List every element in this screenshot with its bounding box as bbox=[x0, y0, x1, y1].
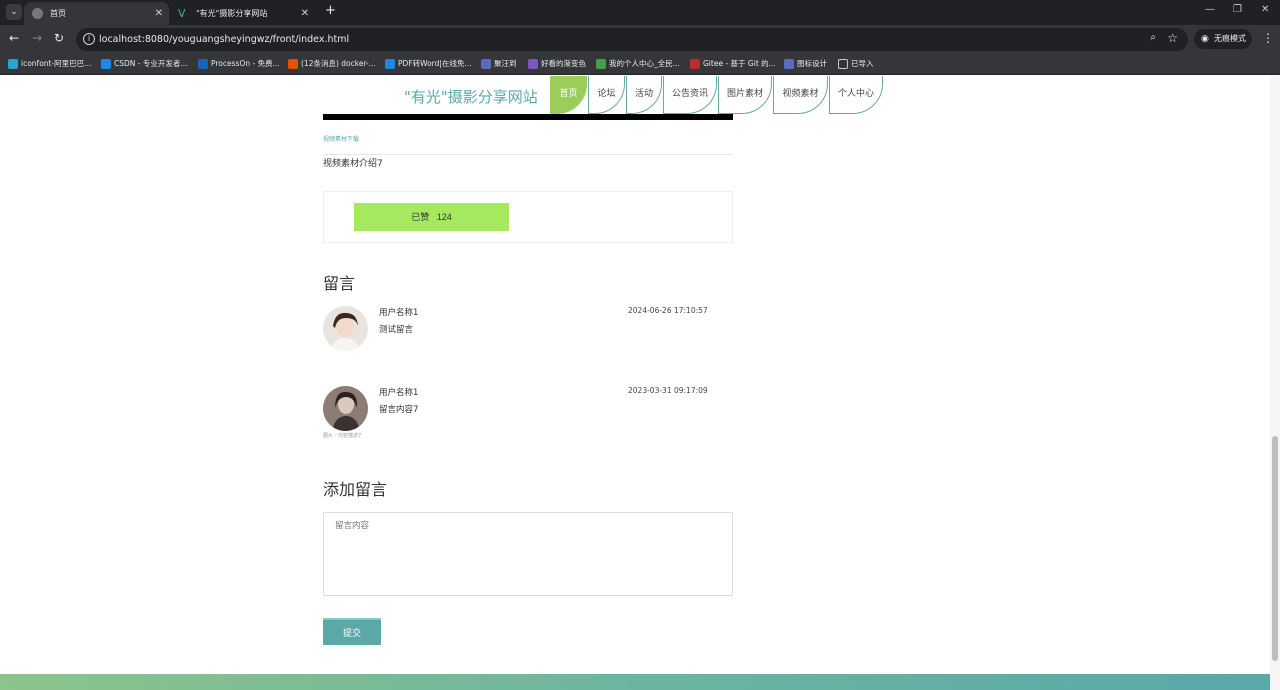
address-bar: ← → ↻ i localhost:8080/youguangsheyingwz… bbox=[0, 25, 1280, 54]
scrollbar-thumb[interactable] bbox=[1272, 436, 1278, 661]
bookmark-favicon-icon bbox=[528, 59, 538, 69]
material-intro: 视频素材介绍7 bbox=[323, 159, 383, 169]
forward-icon[interactable]: → bbox=[32, 31, 42, 45]
bookmark-item[interactable]: (12条消息) docker-... bbox=[288, 54, 376, 74]
add-comment-title: 添加留言 bbox=[323, 480, 388, 499]
incognito-indicator[interactable]: ◉ 无痕模式 bbox=[1194, 29, 1252, 49]
bookmark-label: iconfont-阿里巴巴... bbox=[21, 59, 92, 68]
scrollbar[interactable] bbox=[1270, 76, 1280, 690]
bookmark-label: 已导入 bbox=[851, 59, 874, 68]
download-link[interactable]: 视频素材下载 bbox=[323, 134, 359, 143]
incognito-label: 无痕模式 bbox=[1214, 34, 1246, 43]
bookmark-item[interactable]: ProcessOn - 免费... bbox=[198, 54, 280, 74]
comment-text: 测试留言 bbox=[379, 325, 414, 335]
url-text: localhost:8080/youguangsheyingwz/front/i… bbox=[99, 34, 350, 45]
like-panel: 已赞 124 bbox=[323, 191, 733, 243]
avatar bbox=[323, 306, 368, 351]
bookmark-favicon-icon bbox=[385, 59, 395, 69]
nav-activity[interactable]: 活动 bbox=[626, 76, 662, 114]
site-title[interactable]: "有光"摄影分享网站 bbox=[404, 86, 538, 107]
bookmark-item[interactable]: Gitee - 基于 Git 的... bbox=[690, 54, 776, 74]
bookmark-star-icon[interactable]: ☆ bbox=[1167, 31, 1178, 45]
comment-text: 留言内容7 bbox=[379, 405, 419, 415]
tab-title: 首页 bbox=[50, 9, 66, 18]
reload-icon[interactable]: ↻ bbox=[54, 31, 64, 45]
browser-tab-bar: ⌄ 首页 ✕ V "有光"摄影分享网站 ✕ + — ❐ ✕ bbox=[0, 0, 1280, 25]
tab-site[interactable]: V "有光"摄影分享网站 ✕ bbox=[170, 2, 315, 25]
comment-item: 图片 - 内容描述7 用户名称1 留言内容7 2023-03-31 09:17:… bbox=[323, 386, 733, 446]
tab-title: "有光"摄影分享网站 bbox=[196, 9, 268, 18]
site-info-icon[interactable]: i bbox=[83, 33, 95, 45]
comment-input[interactable] bbox=[323, 512, 733, 596]
folder-icon bbox=[838, 59, 848, 69]
tab-home[interactable]: 首页 ✕ bbox=[24, 2, 169, 25]
zoom-icon[interactable]: ⌕ bbox=[1150, 32, 1156, 43]
comment-time: 2023-03-31 09:17:09 bbox=[628, 386, 708, 395]
comment-user: 用户名称1 bbox=[379, 388, 419, 398]
bookmark-folder[interactable]: 已导入 bbox=[838, 54, 874, 74]
header-divider bbox=[323, 114, 733, 120]
bookmark-favicon-icon bbox=[198, 59, 208, 69]
bookmark-item[interactable]: 好看的渐变色 bbox=[528, 54, 586, 74]
bookmark-item[interactable]: iconfont-阿里巴巴... bbox=[8, 54, 91, 74]
bookmark-label: 聚汪到 bbox=[494, 59, 517, 68]
bookmark-label: 图标设计 bbox=[797, 59, 827, 68]
bookmark-favicon-icon bbox=[8, 59, 18, 69]
menu-icon[interactable]: ⋮ bbox=[1262, 31, 1274, 45]
comments-title: 留言 bbox=[323, 274, 356, 293]
like-button[interactable]: 已赞 124 bbox=[354, 203, 509, 231]
avatar-caption: 图片 - 内容描述7 bbox=[323, 433, 362, 439]
bookmark-favicon-icon bbox=[481, 59, 491, 69]
incognito-icon: ◉ bbox=[1201, 34, 1209, 44]
globe-icon bbox=[32, 8, 43, 19]
comment-user: 用户名称1 bbox=[379, 308, 419, 318]
bookmark-item[interactable]: PDF转Word|在线免... bbox=[385, 54, 472, 74]
close-window-icon[interactable]: ✕ bbox=[1261, 4, 1269, 15]
nav-video-materials[interactable]: 视频素材 bbox=[773, 76, 828, 114]
like-label: 已赞 bbox=[411, 212, 430, 222]
bookmark-label: ProcessOn - 免费... bbox=[211, 59, 280, 68]
comment-time: 2024-06-26 17:10:57 bbox=[628, 306, 708, 315]
vue-logo-icon: V bbox=[178, 7, 186, 20]
bookmark-label: 好看的渐变色 bbox=[541, 59, 586, 68]
nav-personal-center[interactable]: 个人中心 bbox=[829, 76, 883, 114]
nav-home[interactable]: 首页 bbox=[550, 76, 587, 114]
restore-icon[interactable]: ❐ bbox=[1233, 4, 1242, 15]
new-tab-icon[interactable]: + bbox=[325, 3, 336, 18]
bookmark-label: (12条消息) docker-... bbox=[301, 59, 376, 68]
bookmark-favicon-icon bbox=[288, 59, 298, 69]
bookmark-item[interactable]: 聚汪到 bbox=[481, 54, 517, 74]
bookmark-favicon-icon bbox=[784, 59, 794, 69]
bookmark-favicon-icon bbox=[690, 59, 700, 69]
url-field[interactable]: i localhost:8080/youguangsheyingwz/front… bbox=[76, 28, 1188, 51]
minimize-icon[interactable]: — bbox=[1205, 4, 1215, 15]
nav-forum[interactable]: 论坛 bbox=[588, 76, 625, 114]
bookmark-label: Gitee - 基于 Git 的... bbox=[703, 59, 776, 68]
bookmark-item[interactable]: 图标设计 bbox=[784, 54, 827, 74]
bookmark-label: 我的个人中心_全民... bbox=[609, 59, 680, 68]
bookmark-favicon-icon bbox=[101, 59, 111, 69]
comment-item: 用户名称1 测试留言 2024-06-26 17:10:57 bbox=[323, 306, 733, 366]
footer-bar bbox=[0, 674, 1270, 690]
tab-search-button[interactable]: ⌄ bbox=[6, 4, 22, 20]
page-viewport: "有光"摄影分享网站 首页 论坛 活动 公告资讯 图片素材 视频素材 个人中心 … bbox=[0, 76, 1280, 690]
bookmark-label: CSDN - 专业开发者... bbox=[114, 59, 188, 68]
bookmark-label: PDF转Word|在线免... bbox=[398, 59, 472, 68]
bookmarks-bar: iconfont-阿里巴巴... CSDN - 专业开发者... Process… bbox=[0, 54, 1280, 75]
bookmark-item[interactable]: 我的个人中心_全民... bbox=[596, 54, 680, 74]
divider bbox=[323, 154, 733, 155]
avatar bbox=[323, 386, 368, 431]
close-icon[interactable]: ✕ bbox=[301, 2, 309, 25]
bookmark-favicon-icon bbox=[596, 59, 606, 69]
nav-image-materials[interactable]: 图片素材 bbox=[718, 76, 772, 114]
bookmark-item[interactable]: CSDN - 专业开发者... bbox=[101, 54, 188, 74]
submit-button[interactable]: 提交 bbox=[323, 618, 381, 645]
back-icon[interactable]: ← bbox=[9, 31, 19, 45]
close-icon[interactable]: ✕ bbox=[155, 2, 163, 25]
like-count: 124 bbox=[436, 212, 452, 222]
nav-announcements[interactable]: 公告资讯 bbox=[663, 76, 717, 114]
